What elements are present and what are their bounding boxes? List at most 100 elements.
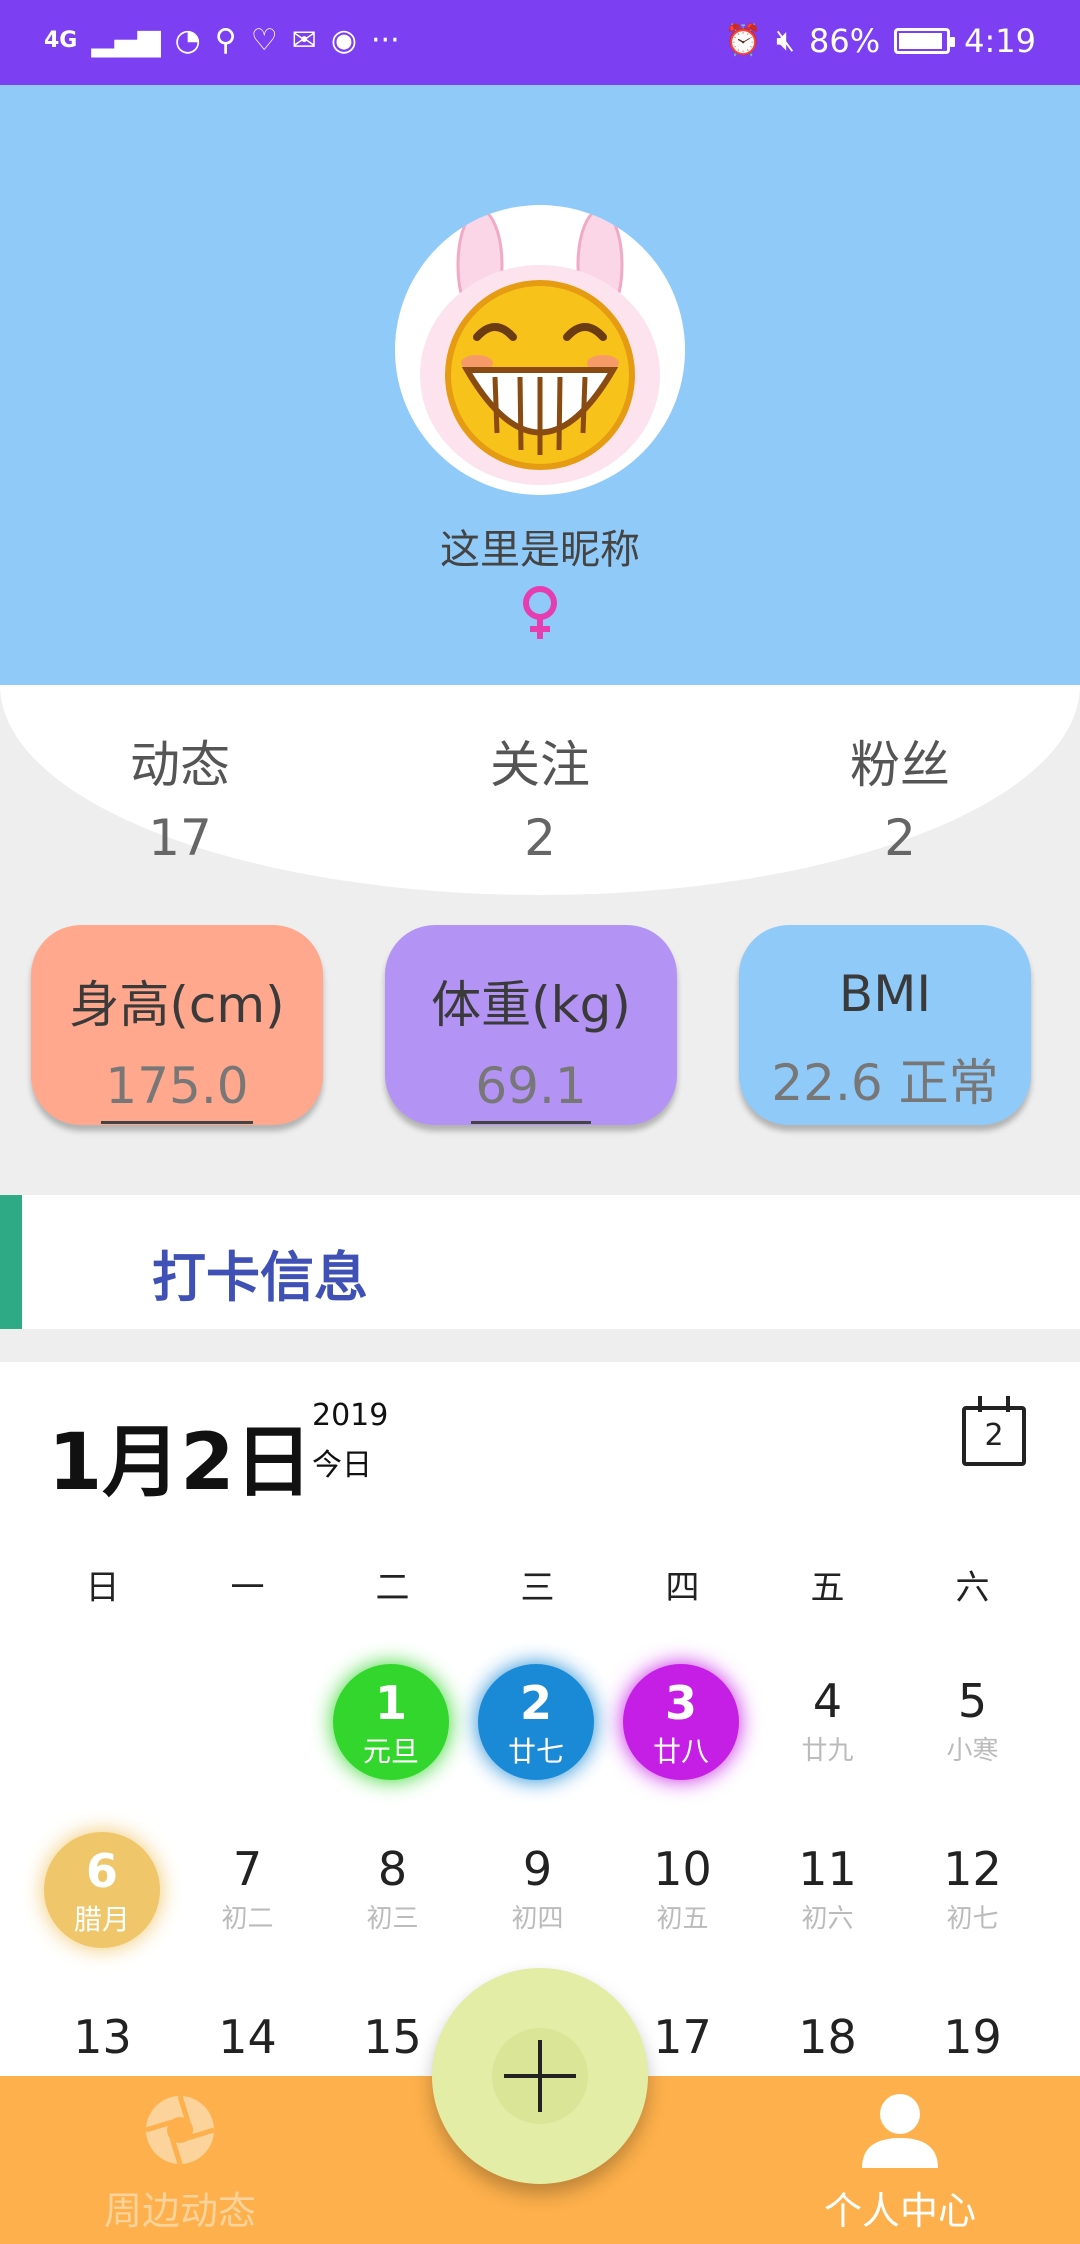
day-number: 6: [85, 1844, 118, 1898]
weekday-tue: 二: [375, 1568, 410, 1608]
add-button[interactable]: [432, 1968, 648, 2184]
calendar-day[interactable]: 18: [755, 2010, 900, 2064]
nav-nearby-label: 周边动态: [103, 2189, 256, 2233]
lunar-label: 元旦: [362, 1735, 419, 1768]
calendar-day-selected[interactable]: 1 元旦: [333, 1664, 449, 1780]
person-icon: [862, 2094, 938, 2168]
stats-card: 动态 17 关注 2 粉丝 2: [0, 685, 1080, 895]
nav-profile[interactable]: 个人中心: [750, 2092, 1050, 2235]
stat-label: 动态: [130, 736, 230, 794]
calendar-day[interactable]: 19: [900, 2010, 1045, 2064]
day-number: 14: [218, 2010, 277, 2064]
nav-nearby[interactable]: 周边动态: [30, 2092, 330, 2235]
day-number: 9: [522, 1842, 553, 1896]
lunar-label: 廿八: [652, 1735, 709, 1768]
lunar-label: 腊月: [73, 1903, 130, 1936]
status-bar: 4G ▂▄▆ ◔ ⚲ ♡ ✉ ◉ ··· ⏰ 🔇︎ 86% 4:19: [0, 0, 1080, 85]
calendar-day[interactable]: 14: [175, 2010, 320, 2064]
today-label[interactable]: 今日: [312, 1440, 372, 1484]
weekday-sat: 六: [955, 1568, 990, 1608]
weekday-fri: 五: [810, 1568, 845, 1608]
calendar-day[interactable]: 4 廿九: [755, 1674, 900, 1767]
avatar[interactable]: [395, 205, 685, 495]
weight-card[interactable]: 体重(kg) 69.1: [385, 925, 677, 1125]
day-number: 3: [664, 1676, 697, 1730]
clock-app-icon: ◔: [174, 23, 201, 58]
lunar-label: 初六: [801, 1904, 854, 1934]
weibo-icon: ◉: [330, 23, 357, 58]
day-number: 8: [377, 1842, 408, 1896]
lunar-label: 廿九: [801, 1736, 854, 1766]
day-number: 2: [519, 1676, 552, 1730]
stat-following[interactable]: 关注 2: [410, 725, 670, 867]
weight-label: 体重(kg): [431, 976, 631, 1034]
stat-label: 关注: [490, 736, 590, 794]
calendar-day-selected[interactable]: 6 腊月: [44, 1832, 160, 1948]
signal-icon: 4G: [44, 28, 78, 53]
calendar-day[interactable]: 9 初四: [465, 1842, 610, 1935]
weekday-wed: 三: [520, 1568, 555, 1608]
calendar-day[interactable]: 7 初二: [175, 1842, 320, 1935]
stat-label: 粉丝: [850, 736, 950, 794]
weight-value[interactable]: 69.1: [471, 1057, 591, 1124]
day-number: 5: [957, 1674, 988, 1728]
stat-followers[interactable]: 粉丝 2: [770, 725, 1030, 867]
female-gender-icon: [523, 586, 557, 639]
calendar-year: 2019: [312, 1398, 389, 1433]
day-number: 1: [374, 1676, 407, 1730]
day-number: 4: [812, 1674, 843, 1728]
lunar-label: 初四: [511, 1904, 564, 1934]
day-number: 19: [943, 2010, 1002, 2064]
calendar-day[interactable]: 11 初六: [755, 1842, 900, 1935]
mute-icon: 🔇︎: [776, 23, 796, 58]
lunar-label: 初七: [946, 1904, 999, 1934]
calendar-day[interactable]: 12 初七: [900, 1842, 1045, 1935]
bmi-card: BMI 22.6 正常: [739, 925, 1031, 1125]
lunar-label: 廿七: [507, 1735, 564, 1768]
section-accent-bar: [0, 1195, 22, 1329]
stat-value: 2: [884, 809, 916, 867]
health-icon: ♡: [250, 23, 278, 58]
lunar-label: 初三: [366, 1904, 419, 1934]
battery-icon: [894, 28, 956, 54]
height-label: 身高(cm): [69, 976, 285, 1034]
nickname[interactable]: 这里是昵称: [0, 517, 1080, 575]
bmi-label: BMI: [838, 965, 932, 1023]
clock-time: 4:19: [964, 22, 1036, 60]
battery-percent: 86%: [809, 22, 881, 60]
height-card[interactable]: 身高(cm) 175.0: [31, 925, 323, 1125]
lunar-label: 初五: [656, 1904, 709, 1934]
more-icon: ···: [371, 23, 400, 58]
calendar-day[interactable]: 5 小寒: [900, 1674, 1045, 1767]
bmi-value: 22.6 正常: [771, 1054, 999, 1112]
day-number: 11: [798, 1842, 857, 1896]
stat-posts[interactable]: 动态 17: [50, 725, 310, 867]
calendar-day-selected[interactable]: 2 廿七: [478, 1664, 594, 1780]
day-number: 10: [653, 1842, 712, 1896]
usb-icon: ⚲: [214, 23, 237, 58]
calendar-day[interactable]: 8 初三: [320, 1842, 465, 1935]
calendar-day[interactable]: 10 初五: [610, 1842, 755, 1935]
day-number: 7: [232, 1842, 263, 1896]
weekday-sun: 日: [85, 1568, 120, 1608]
weekday-thu: 四: [665, 1568, 700, 1608]
selected-date: 1月2日: [48, 1418, 313, 1508]
stat-value: 2: [524, 809, 556, 867]
calendar-today-icon[interactable]: 2: [962, 1396, 1026, 1466]
day-number: 18: [798, 2010, 857, 2064]
stat-value: 17: [148, 809, 212, 867]
checkin-title: 打卡信息: [152, 1246, 368, 1309]
height-value[interactable]: 175.0: [101, 1057, 253, 1124]
camera-aperture-icon: [145, 2095, 215, 2165]
calendar-day[interactable]: 13: [30, 2010, 175, 2064]
alarm-icon: ⏰: [724, 23, 763, 58]
checkin-section-header: 打卡信息: [0, 1195, 1080, 1329]
profile-header: 这里是昵称: [0, 85, 1080, 685]
smiley-bunny-avatar-image: [420, 208, 660, 485]
plus-icon: [504, 2040, 576, 2112]
mail-icon: ✉: [291, 23, 317, 58]
calendar-day-selected[interactable]: 3 廿八: [623, 1664, 739, 1780]
day-number: 13: [73, 2010, 132, 2064]
lunar-label: 初二: [221, 1904, 274, 1934]
day-number: 12: [943, 1842, 1002, 1896]
